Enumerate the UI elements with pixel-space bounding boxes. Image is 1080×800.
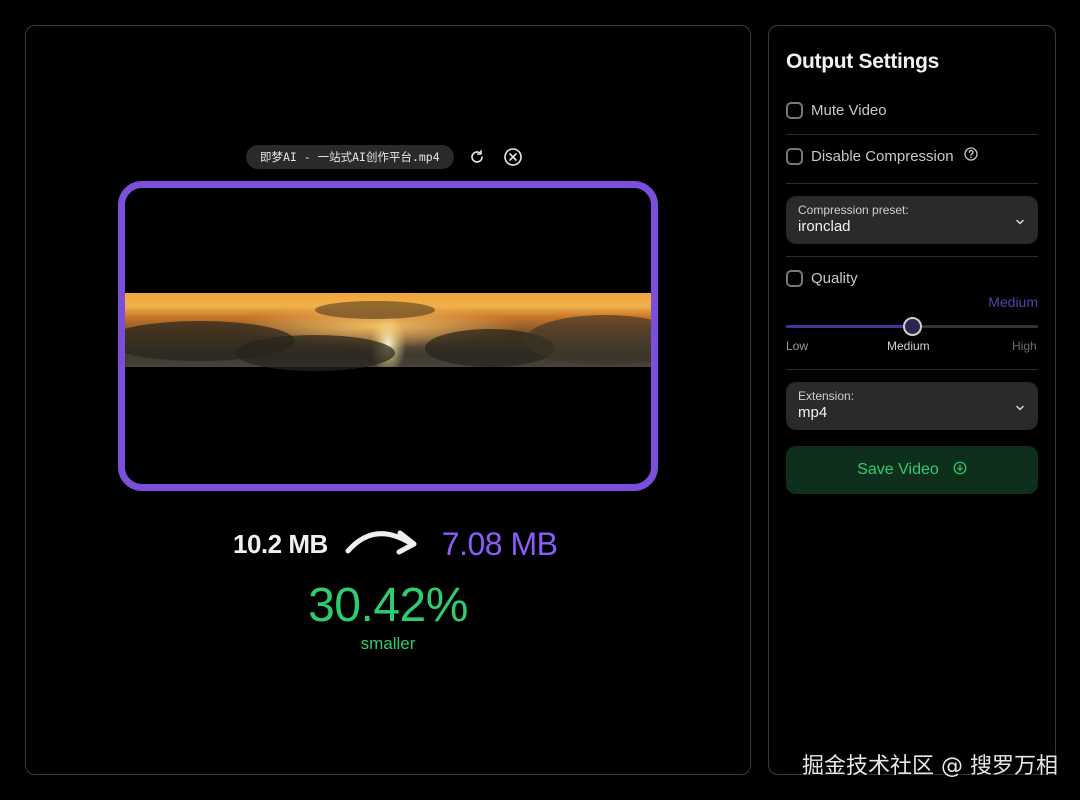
extension-value: mp4 [798,404,828,421]
video-thumbnail [125,293,651,371]
settings-title: Output Settings [786,50,939,73]
arrow-right-icon [344,525,422,563]
compression-preset-select[interactable]: Compression preset: ironclad [786,196,1038,244]
reload-icon[interactable] [464,145,490,169]
disable-compression-option[interactable]: Disable Compression [786,147,1038,165]
mute-video-checkbox[interactable] [786,102,803,119]
quality-option[interactable]: Quality [786,270,1038,287]
divider [786,369,1038,370]
reduction-percent: 30.42% [308,579,468,632]
mute-video-option[interactable]: Mute Video [786,102,1038,119]
quality-slider[interactable] [786,317,1038,336]
close-circle-icon[interactable] [500,145,526,169]
compression-preset-label: Compression preset: [798,203,909,217]
file-name: 即梦AI - 一站式AI创作平台.mp4 [246,145,454,169]
quality-current-value: Medium [988,294,1038,310]
help-icon[interactable] [963,147,978,165]
quality-tick-high: High [1012,339,1037,353]
quality-slider-fill [786,325,912,328]
file-header: 即梦AI - 一站式AI创作平台.mp4 [246,145,526,169]
compression-preset-value: ironclad [798,218,851,235]
mute-video-label: Mute Video [811,102,887,119]
reduction-label: smaller [360,634,416,653]
download-icon [953,461,967,480]
quality-slider-handle[interactable] [903,317,922,336]
quality-tick-low: Low [786,339,809,353]
extension-label: Extension: [798,389,855,403]
quality-label: Quality [811,270,858,287]
save-video-button[interactable]: Save Video [786,446,1038,494]
divider [786,256,1038,257]
quality-tick-medium: Medium [887,339,930,353]
divider [786,134,1038,135]
save-video-label: Save Video [857,461,939,478]
watermark: 掘金技术社区 @ 搜罗万相 [802,754,1058,779]
quality-checkbox[interactable] [786,270,803,287]
disable-compression-checkbox[interactable] [786,147,803,165]
disable-compression-label: Disable Compression [811,147,954,165]
compressed-size: 7.08 MB [441,525,558,562]
chevron-down-icon [1014,399,1026,418]
extension-select[interactable]: Extension: mp4 [786,382,1038,430]
size-comparison: 10.2 MB 7.08 MB [233,525,558,563]
chevron-down-icon [1014,213,1026,232]
video-preview[interactable] [118,181,658,491]
original-size: 10.2 MB [233,528,328,559]
divider [786,183,1038,184]
